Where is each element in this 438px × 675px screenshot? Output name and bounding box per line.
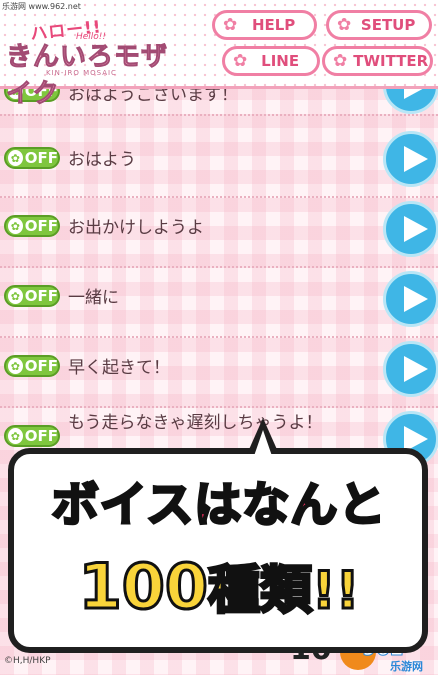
play-button[interactable] — [383, 201, 438, 257]
toggle-label: OFF — [24, 427, 58, 445]
setup-button[interactable]: ✿ SETUP — [326, 10, 432, 40]
off-toggle[interactable]: ✿ OFF — [4, 355, 60, 377]
flower-icon: ✿ — [337, 15, 352, 35]
off-toggle[interactable]: ✿ OFF — [4, 147, 60, 169]
list-item: ✿ OFF お出かけしようよ — [0, 196, 438, 268]
twitter-button[interactable]: ✿ TWITTER — [322, 46, 433, 76]
voice-line-text: お出かけしようよ — [68, 218, 204, 238]
promo-line-2: 100種類!! — [14, 548, 424, 625]
toggle-label: OFF — [24, 217, 58, 235]
toggle-label: OFF — [24, 357, 58, 375]
setup-button-label: SETUP — [360, 16, 416, 34]
toggle-knob-icon: ✿ — [8, 288, 23, 304]
line-button[interactable]: ✿ LINE — [222, 46, 320, 76]
off-toggle[interactable]: ✿ OFF — [4, 285, 60, 307]
watermark-text: 乐游网 www.962.net — [0, 0, 83, 13]
copyright-text: ©H,H/HKP — [4, 656, 51, 666]
toggle-knob-icon: ✿ — [8, 150, 23, 166]
promo-line-1: ボイスはなんと — [50, 477, 387, 535]
voice-line-text: 一緒に — [68, 288, 119, 308]
play-button[interactable] — [383, 341, 438, 397]
play-button[interactable] — [383, 131, 438, 187]
voice-line-text: おはよう — [68, 150, 136, 170]
flower-icon: ✿ — [333, 51, 348, 71]
help-button-label: HELP — [251, 16, 296, 34]
flower-icon: ✿ — [233, 51, 248, 71]
play-icon — [404, 286, 428, 312]
toggle-knob-icon: ✿ — [8, 218, 23, 234]
off-toggle[interactable]: ✿ OFF — [4, 425, 60, 447]
help-button[interactable]: ✿ HELP — [212, 10, 317, 40]
watermark-label: 乐游网 — [390, 660, 423, 673]
toggle-label: OFF — [24, 287, 58, 305]
toggle-knob-icon: ✿ — [8, 358, 23, 374]
voice-line-text: 早く起きて！ — [68, 358, 170, 378]
line-button-label: LINE — [261, 52, 300, 70]
play-icon — [404, 216, 428, 242]
play-icon — [404, 146, 428, 172]
play-icon — [404, 356, 428, 382]
promo-kanji: 種類!! — [206, 560, 360, 623]
play-button[interactable] — [383, 271, 438, 327]
list-item: ✿ OFF おはよう — [0, 126, 438, 198]
list-item: ✿ OFF 早く起きて！ — [0, 336, 438, 408]
toggle-knob-icon: ✿ — [8, 428, 23, 444]
flower-icon: ✿ — [223, 15, 238, 35]
list-item: ✿ OFF 一緒に — [0, 266, 438, 338]
off-toggle[interactable]: ✿ OFF — [4, 215, 60, 237]
promo-number: 100 — [77, 549, 209, 625]
logo-subtitle: KIN-IRO MOSAIC — [46, 69, 117, 77]
app-logo: ハロー!! Hello!! きんいろモザイク KIN-IRO MOSAIC — [6, 14, 176, 109]
app-header: ハロー!! Hello!! きんいろモザイク KIN-IRO MOSAIC ✿ … — [0, 0, 438, 110]
toggle-label: OFF — [24, 149, 58, 167]
twitter-button-label: TWITTER — [353, 52, 429, 70]
speech-bubble-tail-inner — [254, 430, 272, 456]
voice-line-text: もう走らなきゃ遅刻しちゃうよ！ — [68, 413, 323, 433]
